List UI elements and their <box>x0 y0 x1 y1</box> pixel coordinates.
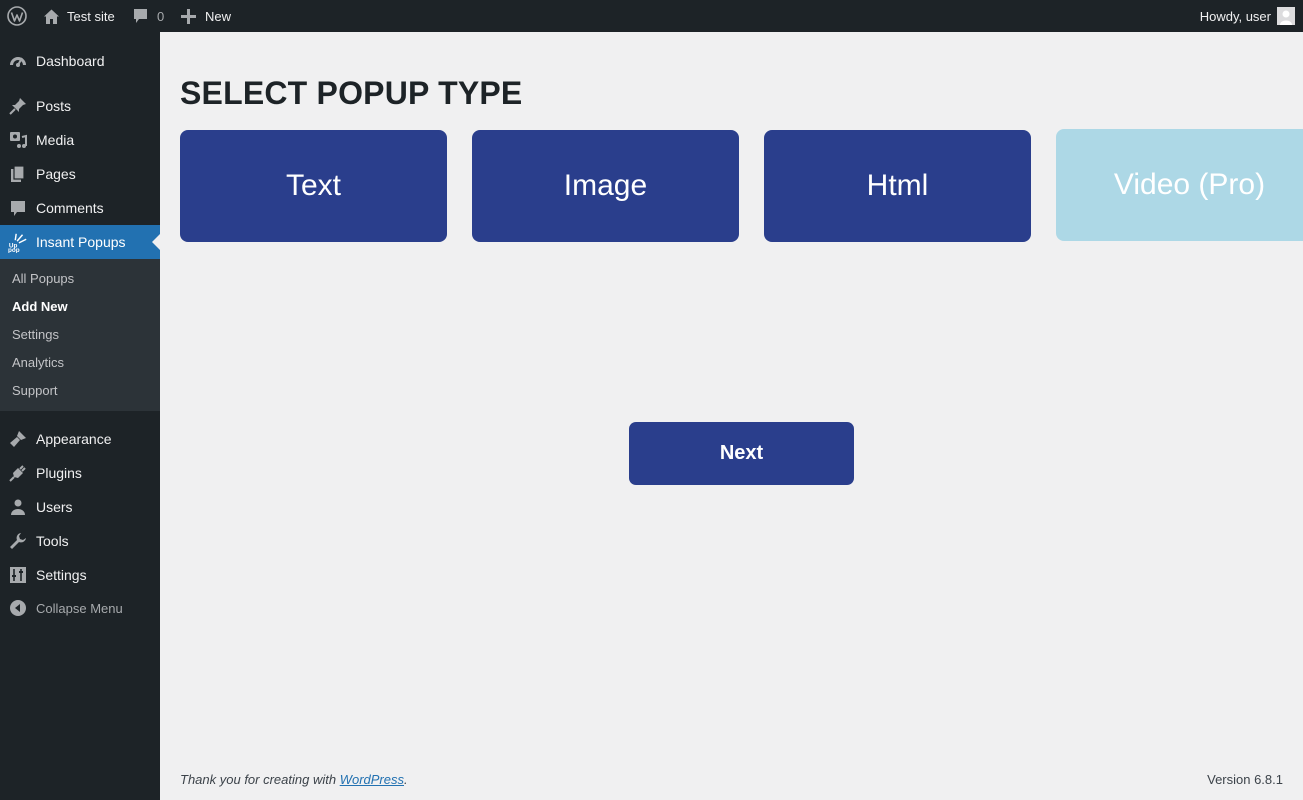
sidebar-item-pages[interactable]: Pages <box>0 157 160 191</box>
plug-icon <box>8 463 28 483</box>
pin-icon <box>8 96 28 116</box>
settings-icon <box>8 565 28 585</box>
sidebar-item-label: Users <box>36 499 73 515</box>
collapse-menu-button[interactable]: Collapse Menu <box>0 591 160 625</box>
comments-link[interactable]: 0 <box>133 0 164 32</box>
footer-thanks: Thank you for creating with WordPress. <box>180 772 408 787</box>
avatar <box>1277 7 1295 25</box>
popup-type-label: Html <box>866 169 929 202</box>
footer-thanks-prefix: Thank you for creating with <box>180 772 340 787</box>
media-icon <box>8 130 28 150</box>
popup-type-html-card[interactable]: Html <box>764 130 1031 242</box>
sidebar-item-settings[interactable]: Settings <box>0 558 160 592</box>
popup-type-label: Text <box>285 169 342 202</box>
comment-icon <box>8 198 28 218</box>
sidebar-item-posts[interactable]: Posts <box>0 89 160 123</box>
brush-icon <box>8 429 28 449</box>
pages-icon <box>8 164 28 184</box>
admin-bar: Test site 0 New Howdy, user <box>0 0 1303 32</box>
collapse-arrow-icon <box>8 598 28 618</box>
submenu-item-add-new[interactable]: Add New <box>12 299 68 314</box>
footer-thanks-suffix: . <box>404 772 408 787</box>
sidebar-item-label: Comments <box>36 200 104 216</box>
comments-count: 0 <box>157 8 165 24</box>
sidebar-item-comments[interactable]: Comments <box>0 191 160 225</box>
wordpress-link[interactable]: WordPress <box>340 772 404 787</box>
sidebar-item-label: Insant Popups <box>36 234 126 250</box>
sidebar-item-label: Posts <box>36 98 72 114</box>
sidebar-item-label: Dashboard <box>36 53 105 69</box>
submenu-item-all-popups[interactable]: All Popups <box>12 271 74 286</box>
comment-bubble-icon <box>133 8 148 24</box>
site-name: Test site <box>67 8 115 24</box>
popup-type-image-card[interactable]: Image <box>472 130 739 242</box>
popup-type-video-pro-card[interactable]: Video (Pro) <box>1056 129 1303 241</box>
sidebar-item-dashboard[interactable]: Dashboard <box>0 44 160 78</box>
howdy-text: Howdy, user <box>1199 8 1271 24</box>
collapse-menu-label: Collapse Menu <box>36 600 123 616</box>
plus-icon <box>181 8 196 24</box>
popup-type-label: Video (Pro) <box>1113 168 1266 201</box>
wrench-icon <box>8 531 28 551</box>
admin-sidebar: Dashboard Posts Media Pages Comments Up p… <box>0 32 160 800</box>
sidebar-item-appearance[interactable]: Appearance <box>0 422 160 456</box>
sidebar-item-label: Appearance <box>36 431 112 447</box>
insant-popups-submenu: All Popups Add New Settings Analytics Su… <box>0 259 160 411</box>
sidebar-item-insant-popups[interactable]: Up pop Insant Popups <box>0 225 160 259</box>
version-text: Version 6.8.1 <box>1207 772 1283 787</box>
dashboard-icon <box>8 51 28 71</box>
sidebar-item-plugins[interactable]: Plugins <box>0 456 160 490</box>
page-title: SELECT POPUP TYPE <box>180 75 523 111</box>
sidebar-item-label: Pages <box>36 166 76 182</box>
sidebar-item-media[interactable]: Media <box>0 123 160 157</box>
home-icon <box>43 8 60 25</box>
sidebar-item-tools[interactable]: Tools <box>0 524 160 558</box>
next-button[interactable]: Next <box>629 422 854 485</box>
sidebar-item-users[interactable]: Users <box>0 490 160 524</box>
sidebar-item-label: Media <box>36 132 75 148</box>
main-content: SELECT POPUP TYPE Text Image Html Video … <box>160 32 1303 800</box>
popup-type-label: Image <box>563 169 648 202</box>
sidebar-item-label: Settings <box>36 567 87 583</box>
site-name-link[interactable]: Test site <box>43 0 115 32</box>
popup-type-text-card[interactable]: Text <box>180 130 447 242</box>
svg-text:pop: pop <box>8 247 20 253</box>
new-label: New <box>205 8 232 24</box>
sidebar-item-label: Tools <box>36 533 69 549</box>
wordpress-logo-icon[interactable] <box>7 0 27 32</box>
popup-plugin-icon: Up pop <box>8 232 28 253</box>
submenu-item-analytics[interactable]: Analytics <box>12 355 64 370</box>
user-icon <box>8 497 28 517</box>
submenu-item-support[interactable]: Support <box>12 383 58 398</box>
new-content-link[interactable]: New <box>181 0 231 32</box>
my-account-link[interactable]: Howdy, user <box>1200 0 1295 32</box>
submenu-item-settings[interactable]: Settings <box>12 327 59 342</box>
sidebar-item-label: Plugins <box>36 465 82 481</box>
